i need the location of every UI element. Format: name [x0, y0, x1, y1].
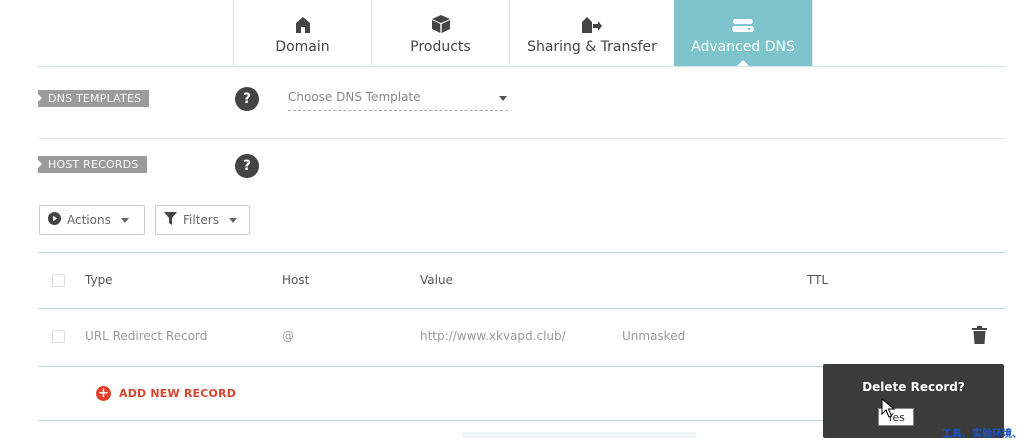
section-divider [38, 138, 1006, 139]
filters-button-label: Filters [183, 213, 219, 227]
box-icon [431, 11, 450, 33]
tab-products[interactable]: Products [371, 0, 509, 66]
column-header-value[interactable]: Value [420, 273, 453, 287]
trash-icon[interactable] [972, 326, 987, 348]
column-header-host[interactable]: Host [282, 273, 309, 287]
tab-products-label: Products [410, 39, 471, 55]
dns-template-select[interactable]: Choose DNS Template [288, 90, 508, 111]
dns-templates-label: DNS TEMPLATES [38, 90, 150, 107]
row-value[interactable]: http://www.xkvapd.club/ [420, 329, 566, 343]
tab-advanced-dns-label: Advanced DNS [691, 39, 795, 55]
dns-templates-help-icon[interactable]: ? [235, 87, 259, 111]
table-bottom-rule [38, 420, 823, 421]
row-redirect-mode[interactable]: Unmasked [622, 329, 685, 343]
dns-template-select-value: Choose DNS Template [288, 90, 421, 104]
tab-domain[interactable]: Domain [233, 0, 371, 66]
delete-record-title: Delete Record? [862, 380, 965, 394]
transfer-icon [582, 11, 602, 33]
row-checkbox[interactable] [52, 330, 65, 343]
table-top-rule [38, 252, 1006, 253]
tab-underline [38, 66, 1006, 67]
plus-circle-icon: + [96, 386, 111, 401]
column-header-type[interactable]: Type [85, 273, 113, 287]
column-header-ttl[interactable]: TTL [807, 273, 828, 287]
tab-advanced-dns[interactable]: Advanced DNS [674, 0, 812, 67]
row-type: URL Redirect Record [85, 329, 208, 343]
mouse-cursor-icon [881, 397, 896, 422]
tab-bar: Domain Products Sharing & Transfer Advan… [0, 0, 1031, 67]
actions-button[interactable]: Actions [39, 205, 145, 235]
dns-server-icon [732, 11, 754, 33]
table-header-rule [38, 308, 1006, 309]
chevron-down-icon [120, 217, 129, 223]
chevron-down-icon [228, 217, 237, 223]
host-records-help-icon[interactable]: ? [235, 154, 259, 178]
filters-button[interactable]: Filters [155, 205, 250, 235]
tab-divider [812, 0, 813, 66]
select-all-checkbox[interactable] [52, 274, 65, 287]
add-new-record-button[interactable]: + ADD NEW RECORD [96, 386, 236, 401]
tab-domain-label: Domain [275, 39, 330, 55]
filter-icon [164, 212, 177, 228]
row-host[interactable]: @ [282, 329, 294, 343]
blurred-strip [462, 432, 696, 438]
add-new-record-label: ADD NEW RECORD [119, 387, 237, 400]
tab-sharing-transfer-label: Sharing & Transfer [527, 39, 657, 55]
play-circle-icon [48, 212, 61, 228]
actions-button-label: Actions [67, 213, 111, 227]
host-records-label: HOST RECORDS [38, 156, 147, 173]
tab-sharing-transfer[interactable]: Sharing & Transfer [509, 0, 674, 66]
chevron-down-icon [499, 96, 507, 101]
home-icon [295, 11, 310, 33]
